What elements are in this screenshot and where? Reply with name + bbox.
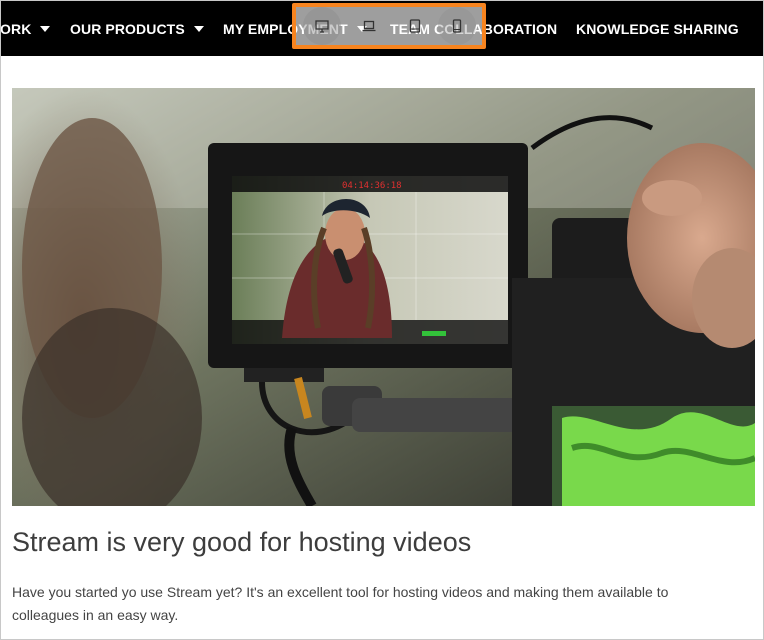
mobile-icon xyxy=(452,19,462,33)
nav-item-label: KNOWLEDGE SHARING xyxy=(576,20,739,37)
hero-image: 04:14:36:18 xyxy=(12,88,755,506)
chevron-down-icon xyxy=(40,26,51,32)
desktop-view-button[interactable] xyxy=(303,7,341,45)
article-title: Stream is very good for hosting videos xyxy=(12,527,472,557)
nav-item-knowledge-sharing[interactable]: KNOWLEDGE SHARING xyxy=(576,1,739,56)
camera-monitor-photo: 04:14:36:18 xyxy=(12,88,755,506)
device-preview-toolbar xyxy=(292,3,486,49)
desktop-icon xyxy=(315,19,329,33)
laptop-icon xyxy=(362,20,376,32)
mobile-view-button[interactable] xyxy=(438,7,476,45)
nav-item-label: OUR PRODUCTS xyxy=(70,20,185,37)
nav-item-our-products[interactable]: OUR PRODUCTS xyxy=(70,1,204,56)
laptop-view-button[interactable] xyxy=(356,13,382,39)
tablet-view-button[interactable] xyxy=(402,13,428,39)
nav-item-label: ORK xyxy=(1,20,32,37)
tablet-icon xyxy=(409,19,421,33)
monitor-timecode: 04:14:36:18 xyxy=(342,181,402,191)
chevron-down-icon xyxy=(193,26,204,32)
article-body: Have you started yo use Stream yet? It's… xyxy=(12,584,669,623)
nav-item-work[interactable]: ORK xyxy=(1,1,51,56)
